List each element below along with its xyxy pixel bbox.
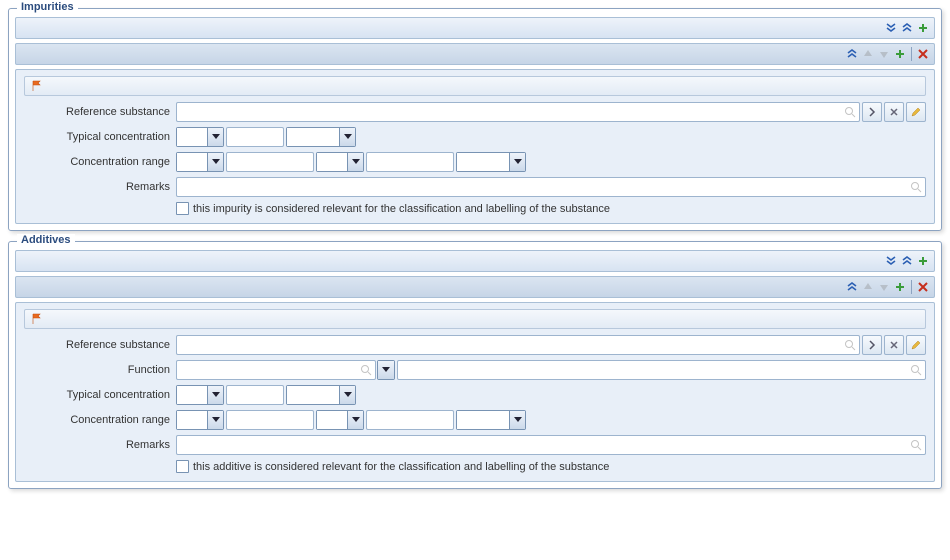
range-upper-qualifier-dropdown[interactable] [316, 410, 364, 430]
range-upper-value-input[interactable] [366, 410, 454, 430]
search-icon [360, 364, 372, 376]
add-item-icon[interactable] [893, 47, 907, 61]
remarks-input[interactable] [176, 177, 926, 197]
edit-button[interactable] [906, 102, 926, 122]
range-unit-dropdown[interactable] [456, 410, 526, 430]
concentration-range-label: Concentration range [24, 156, 176, 168]
flag-icon [31, 313, 43, 325]
separator [911, 47, 912, 61]
reference-substance-input[interactable] [176, 335, 860, 355]
add-icon[interactable] [916, 21, 930, 35]
edit-button[interactable] [906, 335, 926, 355]
impurities-panel: Impurities Reference substance [8, 8, 942, 231]
flag-bar[interactable] [24, 76, 926, 96]
range-lower-value-input[interactable] [226, 410, 314, 430]
go-button[interactable] [862, 102, 882, 122]
reference-substance-label: Reference substance [24, 106, 176, 118]
expand-all-icon[interactable] [884, 254, 898, 268]
delete-item-icon[interactable] [916, 47, 930, 61]
additives-item-toolbar [15, 276, 935, 298]
add-item-icon[interactable] [893, 280, 907, 294]
clear-button[interactable] [884, 335, 904, 355]
typical-value-input[interactable] [226, 385, 284, 405]
range-lower-qualifier-dropdown[interactable] [176, 152, 224, 172]
impurity-item: Reference substance Typical concentratio… [15, 69, 935, 224]
expand-all-icon[interactable] [884, 21, 898, 35]
range-lower-qualifier-dropdown[interactable] [176, 410, 224, 430]
additives-title: Additives [17, 234, 75, 246]
search-icon [910, 439, 922, 451]
impurities-item-toolbar [15, 43, 935, 65]
range-unit-dropdown[interactable] [456, 152, 526, 172]
additives-panel: Additives Reference substance [8, 241, 942, 489]
move-up-icon [861, 280, 875, 294]
remarks-input[interactable] [176, 435, 926, 455]
additives-outer-toolbar [15, 250, 935, 272]
impurity-checkbox-label: this impurity is considered relevant for… [193, 203, 610, 215]
move-up-icon [861, 47, 875, 61]
impurities-outer-toolbar [15, 17, 935, 39]
collapse-all-icon[interactable] [900, 254, 914, 268]
additive-checkbox-label: this additive is considered relevant for… [193, 461, 609, 473]
typical-value-input[interactable] [226, 127, 284, 147]
search-icon [910, 181, 922, 193]
impurities-title: Impurities [17, 1, 78, 13]
separator [911, 280, 912, 294]
search-icon [910, 364, 922, 376]
go-button[interactable] [862, 335, 882, 355]
function-text-input[interactable] [397, 360, 926, 380]
typical-unit-dropdown[interactable] [286, 385, 356, 405]
clear-button[interactable] [884, 102, 904, 122]
concentration-range-label: Concentration range [24, 414, 176, 426]
remarks-label: Remarks [24, 181, 176, 193]
typical-unit-dropdown[interactable] [286, 127, 356, 147]
flag-icon [31, 80, 43, 92]
typical-concentration-label: Typical concentration [24, 131, 176, 143]
reference-substance-input[interactable] [176, 102, 860, 122]
collapse-item-icon[interactable] [845, 47, 859, 61]
range-upper-value-input[interactable] [366, 152, 454, 172]
function-label: Function [24, 364, 176, 376]
impurity-relevant-checkbox[interactable] [176, 202, 189, 215]
move-down-icon [877, 280, 891, 294]
move-down-icon [877, 47, 891, 61]
typical-qualifier-dropdown[interactable] [176, 385, 224, 405]
flag-bar[interactable] [24, 309, 926, 329]
search-icon [844, 106, 856, 118]
search-icon [844, 339, 856, 351]
additive-relevant-checkbox[interactable] [176, 460, 189, 473]
remarks-label: Remarks [24, 439, 176, 451]
delete-item-icon[interactable] [916, 280, 930, 294]
range-lower-value-input[interactable] [226, 152, 314, 172]
reference-substance-label: Reference substance [24, 339, 176, 351]
range-upper-qualifier-dropdown[interactable] [316, 152, 364, 172]
add-icon[interactable] [916, 254, 930, 268]
function-dropdown-button[interactable] [377, 360, 395, 380]
typical-qualifier-dropdown[interactable] [176, 127, 224, 147]
collapse-item-icon[interactable] [845, 280, 859, 294]
function-lookup-input[interactable] [176, 360, 376, 380]
additive-item: Reference substance Function [15, 302, 935, 482]
typical-concentration-label: Typical concentration [24, 389, 176, 401]
collapse-all-icon[interactable] [900, 21, 914, 35]
